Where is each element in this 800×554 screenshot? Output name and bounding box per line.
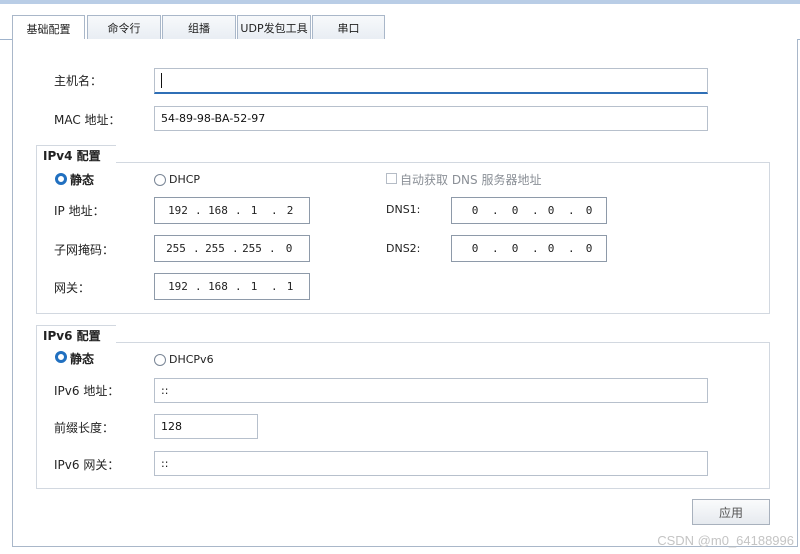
dns2-octet-4[interactable]: 0 [572, 242, 606, 255]
dns2-octet-2[interactable]: 0 [498, 242, 532, 255]
auto-dns-label[interactable]: 自动获取 DNS 服务器地址 [400, 171, 541, 188]
gateway-field[interactable]: 192 . 168 . 1 . 1 [154, 273, 310, 300]
ipv4-dhcp-label[interactable]: DHCP [169, 173, 200, 186]
auto-dns-checkbox[interactable] [386, 173, 397, 184]
ipv4-static-radio[interactable] [55, 173, 67, 185]
dns2-octet-1[interactable]: 0 [458, 242, 492, 255]
dns1-octet-4[interactable]: 0 [572, 204, 606, 217]
ip-octet-1[interactable]: 192 [161, 204, 195, 217]
mac-value: 54-89-98-BA-52-97 [161, 112, 266, 125]
ipv6-dhcp-radio[interactable] [154, 354, 166, 366]
dns1-label: DNS1: [386, 203, 421, 216]
ip-octet-4[interactable]: 2 [273, 204, 307, 217]
mask-octet-1[interactable]: 255 [159, 242, 193, 255]
apply-button[interactable]: 应用 [692, 499, 770, 525]
hostname-label: 主机名： [54, 74, 103, 88]
tab-multicast[interactable]: 组播 [162, 15, 236, 40]
tab-command-line[interactable]: 命令行 [87, 15, 161, 40]
dns2-field[interactable]: 0 . 0 . 0 . 0 [451, 235, 607, 262]
ip-octet-2[interactable]: 168 [201, 204, 235, 217]
text-caret [161, 73, 162, 88]
ipv4-static-label[interactable]: 静态 [70, 171, 94, 188]
watermark: CSDN @m0_64188996 [657, 533, 794, 548]
prefix-length-label: 前缀长度： [54, 421, 115, 435]
ipv6-group-title: IPv6 配置 [37, 326, 107, 344]
gateway-octet-1[interactable]: 192 [161, 280, 195, 293]
mask-octet-4[interactable]: 0 [272, 242, 306, 255]
gateway-octet-3[interactable]: 1 [237, 280, 271, 293]
gateway-label: 网关： [54, 281, 91, 295]
ip-octet-3[interactable]: 1 [237, 204, 271, 217]
ipv6-address-input[interactable]: :: [154, 378, 708, 403]
ipv6-address-label: IPv6 地址： [54, 384, 120, 398]
mask-octet-2[interactable]: 255 [198, 242, 232, 255]
ipv6-static-label[interactable]: 静态 [70, 350, 94, 367]
ipv6-gateway-value: :: [161, 457, 169, 470]
prefix-length-value: 128 [161, 420, 182, 433]
prefix-length-input[interactable]: 128 [154, 414, 258, 439]
tab-basic-config[interactable]: 基础配置 [12, 15, 85, 41]
ip-address-label: IP 地址： [54, 204, 105, 218]
mac-label: MAC 地址： [54, 113, 121, 127]
dns2-octet-3[interactable]: 0 [534, 242, 568, 255]
mac-field[interactable]: 54-89-98-BA-52-97 [154, 106, 708, 131]
dns1-octet-1[interactable]: 0 [458, 204, 492, 217]
ipv6-gateway-input[interactable]: :: [154, 451, 708, 476]
ipv4-group-title: IPv4 配置 [37, 146, 107, 164]
mask-octet-3[interactable]: 255 [235, 242, 269, 255]
dns1-octet-2[interactable]: 0 [498, 204, 532, 217]
gateway-octet-2[interactable]: 168 [201, 280, 235, 293]
ip-address-field[interactable]: 192 . 168 . 1 . 2 [154, 197, 310, 224]
dns1-field[interactable]: 0 . 0 . 0 . 0 [451, 197, 607, 224]
gateway-octet-4[interactable]: 1 [273, 280, 307, 293]
tab-udp-tool[interactable]: UDP发包工具 [237, 15, 311, 40]
tab-strip: 基础配置 命令行 组播 UDP发包工具 串口 [0, 4, 800, 41]
ipv6-static-radio[interactable] [55, 351, 67, 363]
ipv4-dhcp-radio[interactable] [154, 174, 166, 186]
dns1-octet-3[interactable]: 0 [534, 204, 568, 217]
tab-serial[interactable]: 串口 [312, 15, 385, 40]
dns2-label: DNS2: [386, 242, 421, 255]
ipv6-address-value: :: [161, 384, 169, 397]
subnet-mask-field[interactable]: 255 . 255 . 255 . 0 [154, 235, 310, 262]
hostname-input[interactable] [154, 68, 708, 94]
ipv6-dhcp-label[interactable]: DHCPv6 [169, 353, 214, 366]
ipv6-gateway-label: IPv6 网关： [54, 458, 120, 472]
subnet-mask-label: 子网掩码： [54, 243, 115, 257]
